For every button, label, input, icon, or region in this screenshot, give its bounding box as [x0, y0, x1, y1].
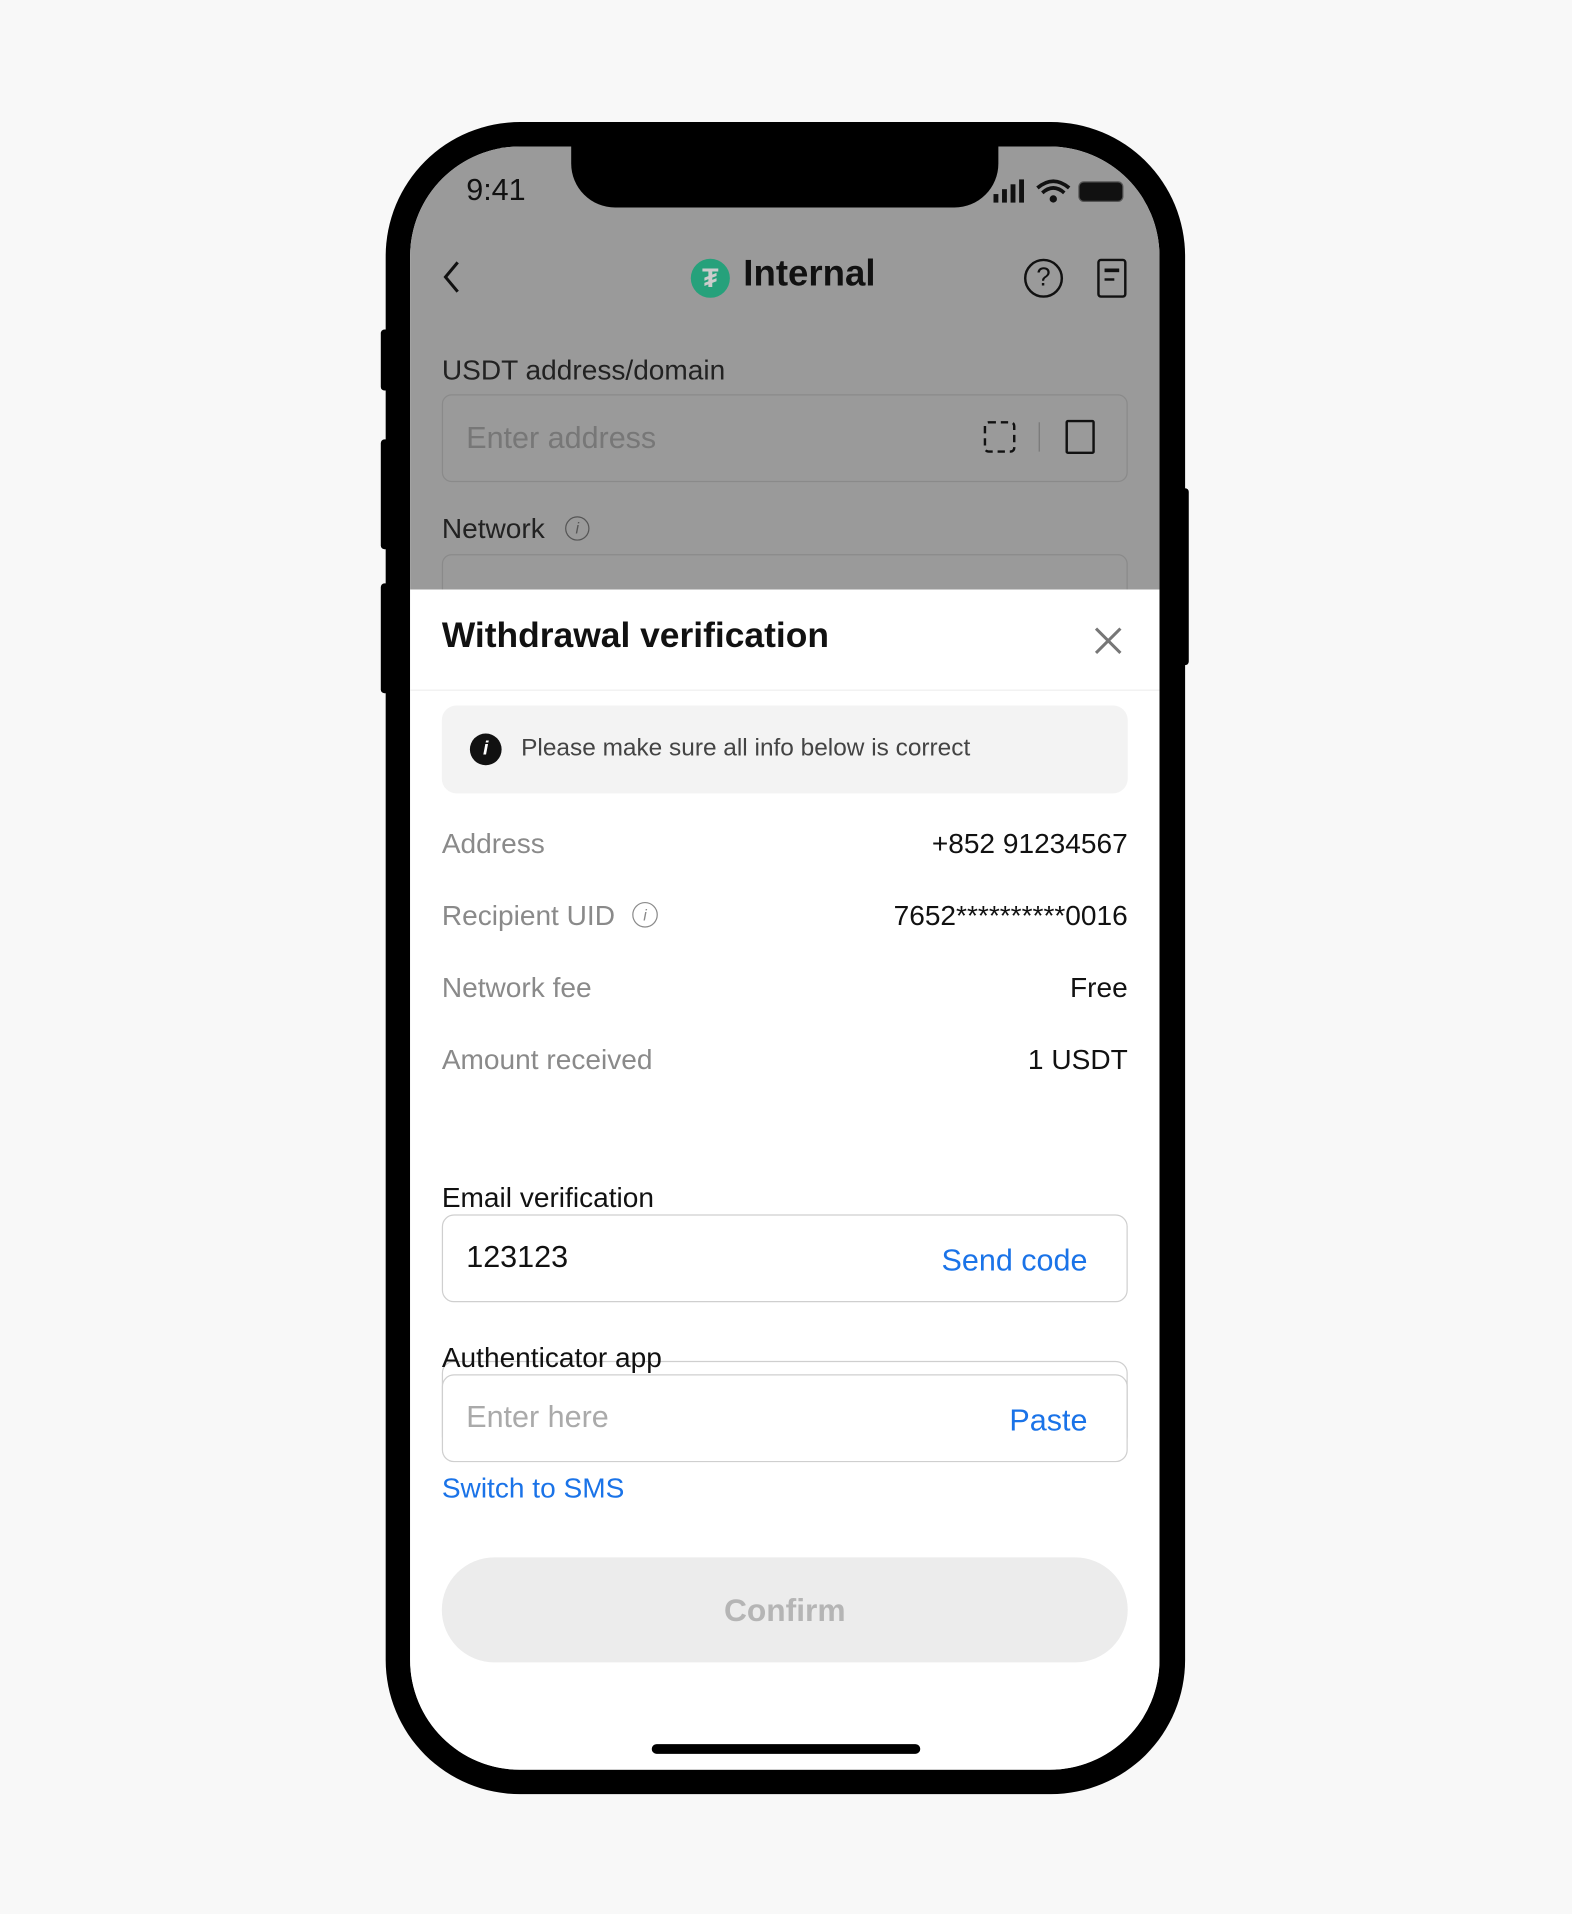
address-book-icon[interactable]: [1065, 419, 1095, 455]
switch-to-sms-link[interactable]: Switch to SMS: [442, 1472, 625, 1505]
scan-icon[interactable]: [983, 421, 1016, 453]
info-icon[interactable]: i: [632, 901, 658, 928]
email-label: Email verification: [441, 1181, 654, 1214]
page-title: Internal: [743, 253, 876, 295]
address-placeholder: Enter address: [466, 421, 657, 456]
row-label: Recipient UID: [441, 899, 615, 932]
row-value: 7652**********0016: [893, 899, 1128, 932]
info-icon[interactable]: i: [565, 516, 590, 541]
phone-screen: 9:41 ₮ Internal ? USDT address/domain En…: [410, 146, 1160, 1770]
notice-banner: i Please make sure all info below is cor…: [441, 705, 1128, 794]
authenticator-label: Authenticator app: [441, 1341, 662, 1374]
send-code-button[interactable]: Send code: [942, 1244, 1088, 1279]
address-input[interactable]: Enter address: [441, 394, 1128, 483]
row-label: Network fee: [441, 971, 592, 1004]
row-label: Address: [441, 827, 545, 860]
notch: [571, 146, 999, 208]
tether-icon: ₮: [690, 258, 730, 298]
close-icon[interactable]: [1094, 626, 1123, 655]
status-icons: [993, 179, 1124, 203]
notice-text: Please make sure all info below is corre…: [521, 734, 971, 762]
paste-button[interactable]: Paste: [1009, 1404, 1087, 1439]
sheet-title: Withdrawal verification: [441, 616, 829, 656]
row-value: +852 91234567: [931, 827, 1128, 860]
network-label: Network: [441, 512, 545, 545]
help-icon[interactable]: ?: [1023, 258, 1064, 298]
confirm-button[interactable]: Confirm: [441, 1557, 1128, 1663]
authenticator-input[interactable]: Enter here Paste: [441, 1374, 1128, 1463]
home-indicator: [651, 1744, 921, 1754]
verification-sheet: Withdrawal verification i Please make su…: [410, 589, 1160, 1770]
email-code-input[interactable]: 123123 Send code: [441, 1214, 1128, 1303]
row-value: 1 USDT: [1027, 1043, 1128, 1076]
history-icon[interactable]: [1097, 258, 1127, 298]
row-value: Free: [1070, 971, 1128, 1004]
status-time: 9:41: [466, 173, 526, 208]
authenticator-placeholder: Enter here: [466, 1399, 609, 1435]
email-value: 123123: [466, 1240, 569, 1275]
address-label: USDT address/domain: [441, 353, 726, 386]
back-icon[interactable]: [439, 259, 463, 296]
dimmed-background: 9:41 ₮ Internal ? USDT address/domain En…: [410, 146, 1160, 628]
info-filled-icon: i: [469, 733, 502, 766]
row-label: Amount received: [441, 1043, 653, 1076]
